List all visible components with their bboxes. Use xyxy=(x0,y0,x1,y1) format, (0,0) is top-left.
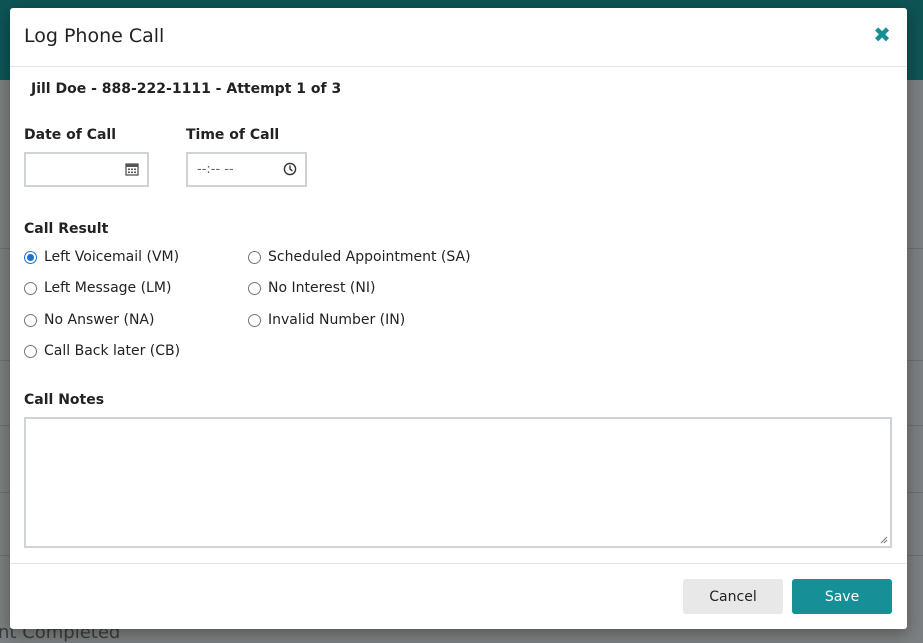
radio-label: Invalid Number (IN) xyxy=(268,312,406,328)
calendar-icon[interactable] xyxy=(125,162,139,176)
radio-invalid-number[interactable]: Invalid Number (IN) xyxy=(248,312,405,328)
radio-button[interactable] xyxy=(248,281,261,295)
resize-handle-icon[interactable] xyxy=(878,534,888,544)
date-of-call-label: Date of Call xyxy=(24,127,117,143)
radio-label: Call Back later (CB) xyxy=(44,343,181,359)
time-value: --:-- -- xyxy=(197,162,234,177)
radio-button[interactable] xyxy=(248,313,261,327)
log-phone-call-modal: Log Phone Call ✖ Jill Doe - 888-222-1111… xyxy=(10,8,907,629)
radio-label: No Answer (NA) xyxy=(44,312,155,328)
cancel-button[interactable]: Cancel xyxy=(683,579,783,614)
close-icon[interactable]: ✖ xyxy=(871,24,893,46)
clock-icon[interactable] xyxy=(283,162,297,176)
radio-button[interactable] xyxy=(24,250,37,264)
radio-left-message[interactable]: Left Message (LM) xyxy=(24,280,171,296)
time-of-call-input[interactable]: --:-- -- xyxy=(186,152,307,187)
radio-call-back-later[interactable]: Call Back later (CB) xyxy=(24,343,180,359)
radio-button[interactable] xyxy=(24,281,37,295)
radio-left-voicemail[interactable]: Left Voicemail (VM) xyxy=(24,249,179,265)
radio-button[interactable] xyxy=(24,313,37,327)
radio-label: Scheduled Appointment (SA) xyxy=(268,249,471,265)
radio-no-interest[interactable]: No Interest (NI) xyxy=(248,280,375,296)
radio-button[interactable] xyxy=(248,250,261,264)
modal-footer-divider xyxy=(10,563,907,564)
radio-no-answer[interactable]: No Answer (NA) xyxy=(24,312,154,328)
date-of-call-input[interactable] xyxy=(24,152,149,187)
radio-scheduled-appointment[interactable]: Scheduled Appointment (SA) xyxy=(248,249,471,265)
call-notes-textarea[interactable] xyxy=(24,417,892,548)
radio-label: Left Message (LM) xyxy=(44,280,172,296)
radio-label: No Interest (NI) xyxy=(268,280,376,296)
call-notes-label: Call Notes xyxy=(24,392,105,408)
call-result-label: Call Result xyxy=(24,221,109,237)
time-of-call-label: Time of Call xyxy=(186,127,280,143)
radio-button[interactable] xyxy=(24,344,37,358)
modal-title: Log Phone Call xyxy=(24,25,165,47)
modal-header: Log Phone Call ✖ xyxy=(10,8,907,67)
contact-attempt-line: Jill Doe - 888-222-1111 - Attempt 1 of 3 xyxy=(31,81,342,97)
save-button[interactable]: Save xyxy=(792,579,892,614)
radio-label: Left Voicemail (VM) xyxy=(44,249,180,265)
